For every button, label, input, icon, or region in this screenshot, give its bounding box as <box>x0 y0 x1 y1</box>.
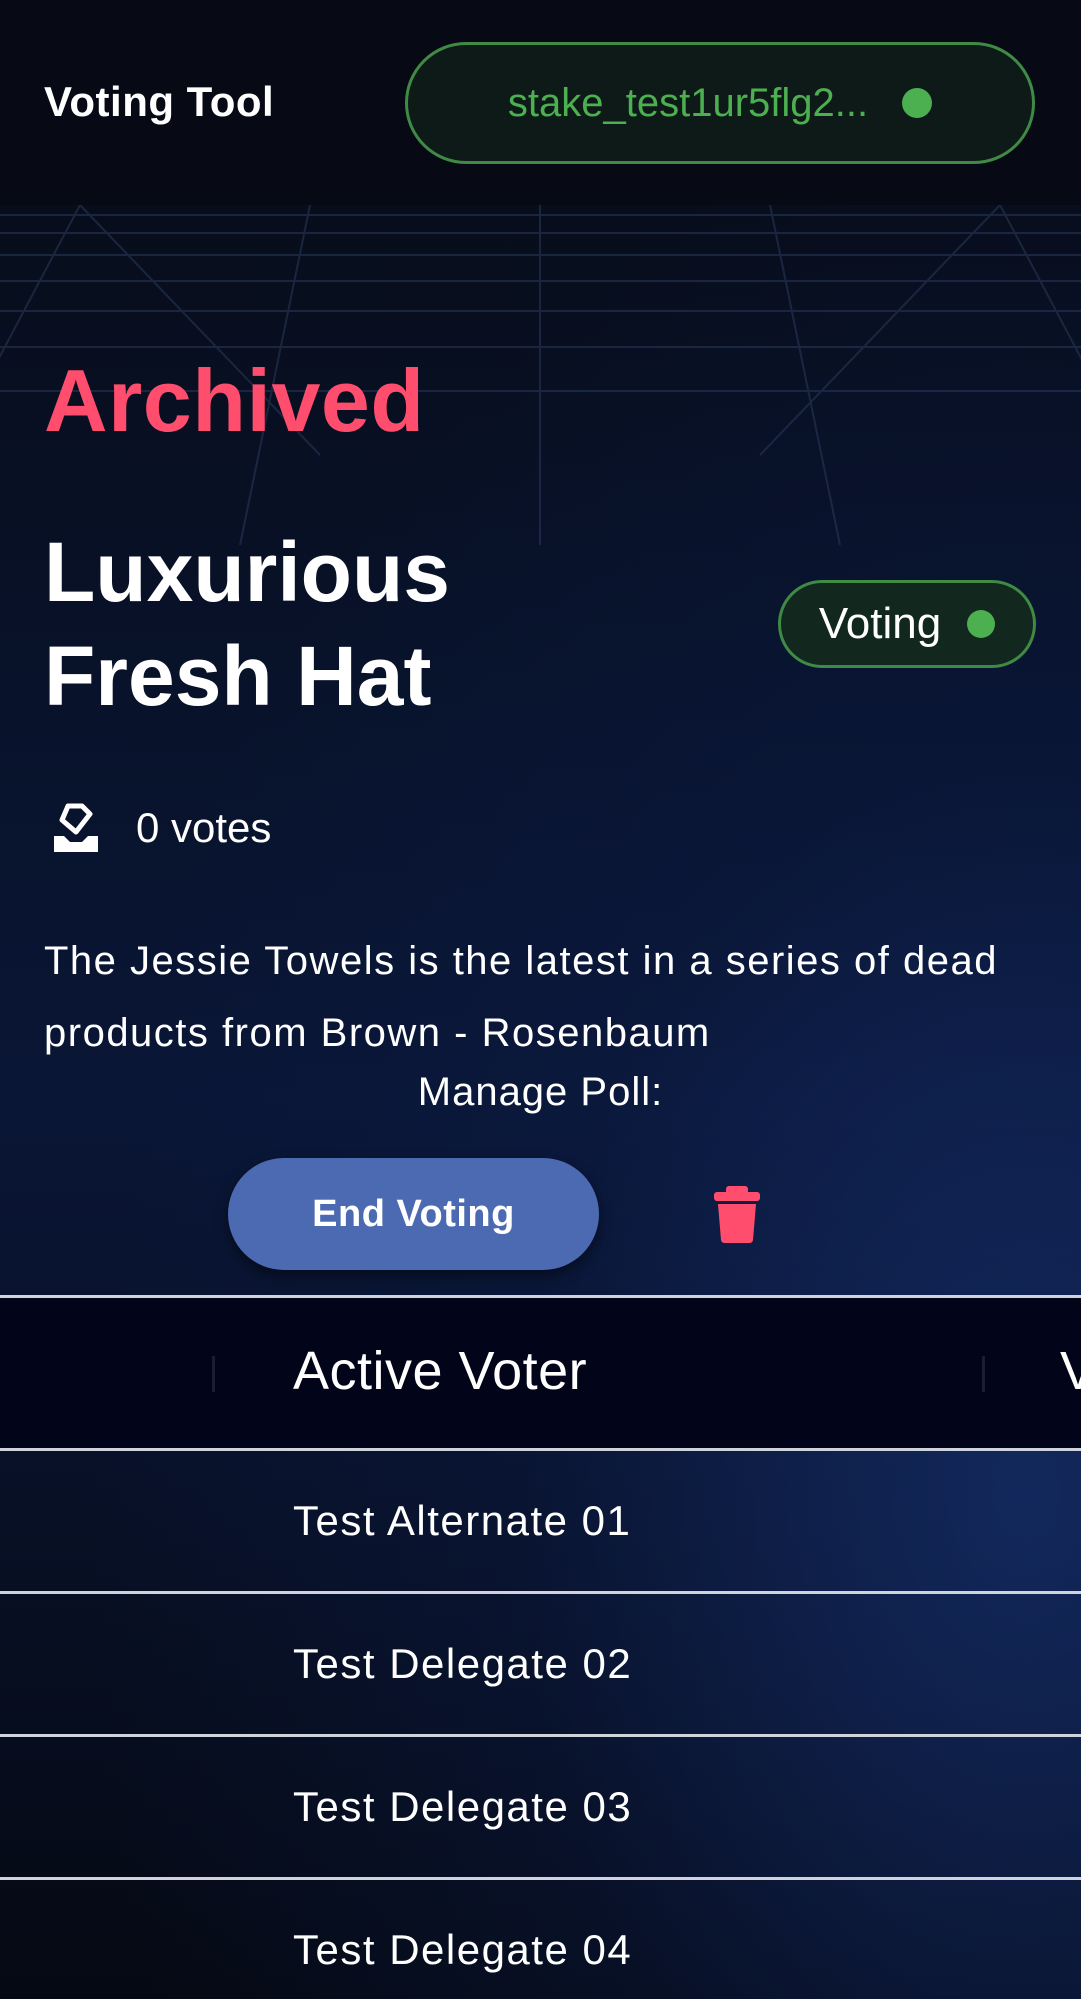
votes-count: 0 votes <box>48 798 271 858</box>
manage-poll-label: Manage Poll: <box>417 1070 664 1114</box>
column-divider <box>212 1356 215 1392</box>
table-row: Test Delegate 02 <box>0 1594 1081 1737</box>
table-row: Test Alternate 01 <box>0 1451 1081 1594</box>
voter-name: Test Delegate 03 <box>293 1783 633 1830</box>
voter-name: Test Alternate 01 <box>293 1497 632 1544</box>
column-header-active-voter: Active Voter <box>293 1341 588 1401</box>
ballot-icon <box>54 803 98 852</box>
archived-label: Archived <box>44 351 425 450</box>
table-header: Active Voter V <box>0 1295 1081 1451</box>
voter-table: Active Voter V Test Alternate 01 Test De… <box>0 1295 1081 1999</box>
poll-status-text: Voting <box>818 599 942 648</box>
votes-text: 0 votes <box>136 804 272 851</box>
trash-icon <box>714 1186 760 1243</box>
poll-title: Luxurious Fresh Hat <box>44 525 451 723</box>
wallet-button[interactable]: stake_test1ur5flg2... <box>405 42 1035 164</box>
poll-status-badge: Voting <box>778 580 1036 668</box>
column-header-vote: V <box>1060 1341 1081 1401</box>
wallet-connected-indicator <box>902 88 933 118</box>
table-row: Test Delegate 03 <box>0 1737 1081 1880</box>
poll-status-dot <box>967 610 996 638</box>
voter-name: Test Delegate 04 <box>293 1926 633 1973</box>
table-row: Test Delegate 04 <box>0 1880 1081 1999</box>
end-voting-button[interactable]: End Voting <box>228 1158 599 1270</box>
delete-poll-button[interactable] <box>712 1184 762 1244</box>
app-title: Voting Tool <box>44 78 275 125</box>
wallet-address: stake_test1ur5flg2... <box>507 80 869 125</box>
poll-description: The Jessie Towels is the latest in a ser… <box>44 939 998 1055</box>
voter-name: Test Delegate 02 <box>293 1640 633 1687</box>
app-header: Voting Tool stake_test1ur5flg2... <box>0 0 1081 205</box>
column-divider <box>982 1356 985 1392</box>
